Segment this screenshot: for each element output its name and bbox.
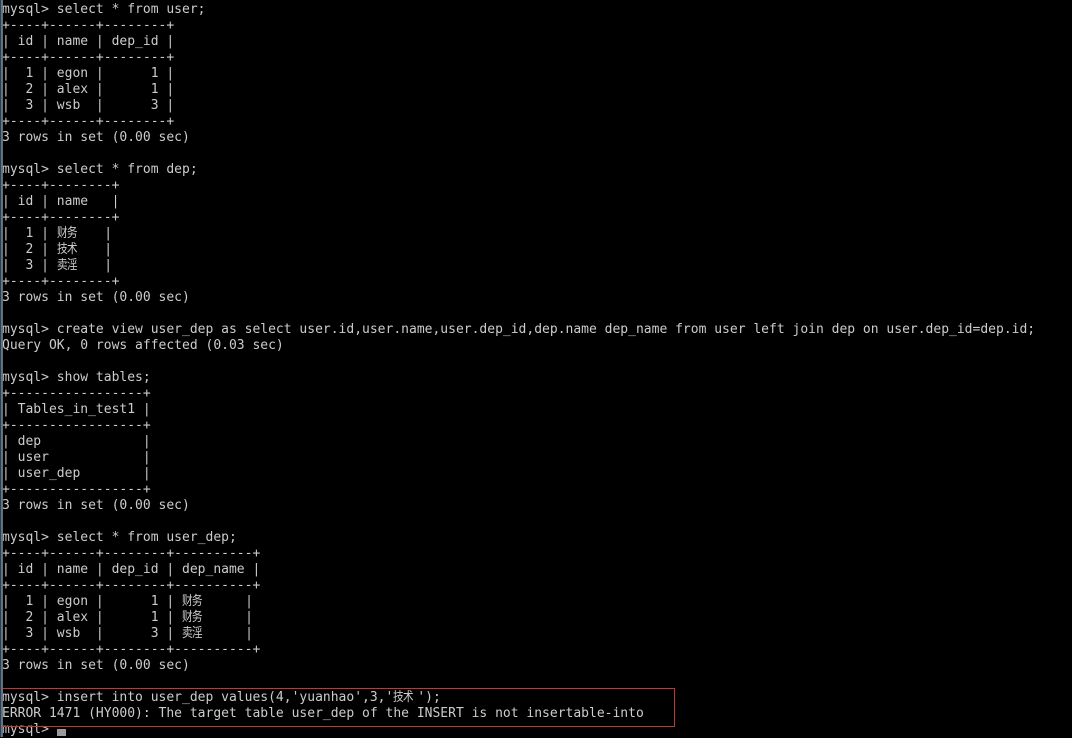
terminal-line: +-----------------+ — [2, 418, 151, 433]
terminal-line: +----+------+--------+----------+ — [2, 546, 261, 561]
cjk-text: 财务 — [56, 226, 78, 241]
terminal-cursor — [57, 729, 66, 736]
terminal-line: | user_dep | — [2, 466, 151, 481]
terminal-line: | Tables_in_test1 | — [2, 402, 151, 417]
terminal-output[interactable]: mysql> select * from user; +----+------+-… — [0, 0, 1072, 737]
cjk-text: 卖淫 — [56, 258, 78, 273]
terminal-line: +-----------------+ — [2, 482, 151, 497]
cjk-text: 技术 — [56, 242, 78, 257]
terminal-line: | 1 | egon | 1 | — [2, 66, 175, 81]
terminal-line: | id | name | dep_id | dep_name | — [2, 562, 261, 577]
terminal-line: +----+--------+ — [2, 210, 120, 225]
terminal-line: Query OK, 0 rows affected (0.03 sec) — [2, 338, 284, 353]
terminal-line: | dep | — [2, 434, 151, 449]
cjk-text: 财务 — [182, 594, 203, 609]
cjk-text: 技术 — [393, 690, 414, 705]
terminal-line: +----+------+--------+ — [2, 114, 175, 129]
terminal-line: +----+------+--------+----------+ — [2, 642, 261, 657]
terminal-line: 3 rows in set (0.00 sec) — [2, 290, 190, 305]
terminal-line: mysql> select * from dep; — [2, 162, 198, 177]
terminal-line: +----+------+--------+ — [2, 50, 175, 65]
terminal-line: | id | name | — [2, 194, 120, 209]
terminal-line: +----+------+--------+ — [2, 18, 175, 33]
terminal-line: | 3 | wsb | 3 | 卖淫 | — [2, 626, 253, 641]
cjk-text: 财务 — [182, 610, 203, 625]
terminal-line: | 1 | egon | 1 | 财务 | — [2, 594, 253, 609]
terminal-line: +----+------+--------+----------+ — [2, 578, 261, 593]
terminal-line: | 3 | wsb | 3 | — [2, 98, 175, 113]
terminal-line: | id | name | dep_id | — [2, 34, 175, 49]
terminal-line: mysql> select * from user; — [2, 2, 206, 17]
terminal-line: mysql> insert into user_dep values(4,'yu… — [2, 690, 441, 705]
terminal-line: ERROR 1471 (HY000): The target table use… — [2, 706, 644, 721]
terminal-line: mysql> show tables; — [2, 370, 151, 385]
cjk-text: 卖淫 — [182, 626, 203, 641]
terminal-line: | 2 | 技术 | — [2, 242, 113, 257]
terminal-line: mysql> create view user_dep as select us… — [2, 322, 1036, 337]
terminal-line: +----+--------+ — [2, 274, 120, 289]
terminal-line: | 2 | alex | 1 | — [2, 82, 175, 97]
terminal-line: | user | — [2, 450, 151, 465]
terminal-line: 3 rows in set (0.00 sec) — [2, 130, 190, 145]
terminal-line: mysql> — [2, 722, 49, 737]
terminal-line: | 3 | 卖淫 | — [2, 258, 113, 273]
terminal-line: mysql> select * from user_dep; — [2, 530, 237, 545]
terminal-line: | 2 | alex | 1 | 财务 | — [2, 610, 253, 625]
terminal-line: 3 rows in set (0.00 sec) — [2, 498, 190, 513]
terminal-line: 3 rows in set (0.00 sec) — [2, 658, 190, 673]
terminal-line: | 1 | 财务 | — [2, 226, 113, 241]
terminal-line: +-----------------+ — [2, 386, 151, 401]
terminal-line: +----+--------+ — [2, 178, 120, 193]
